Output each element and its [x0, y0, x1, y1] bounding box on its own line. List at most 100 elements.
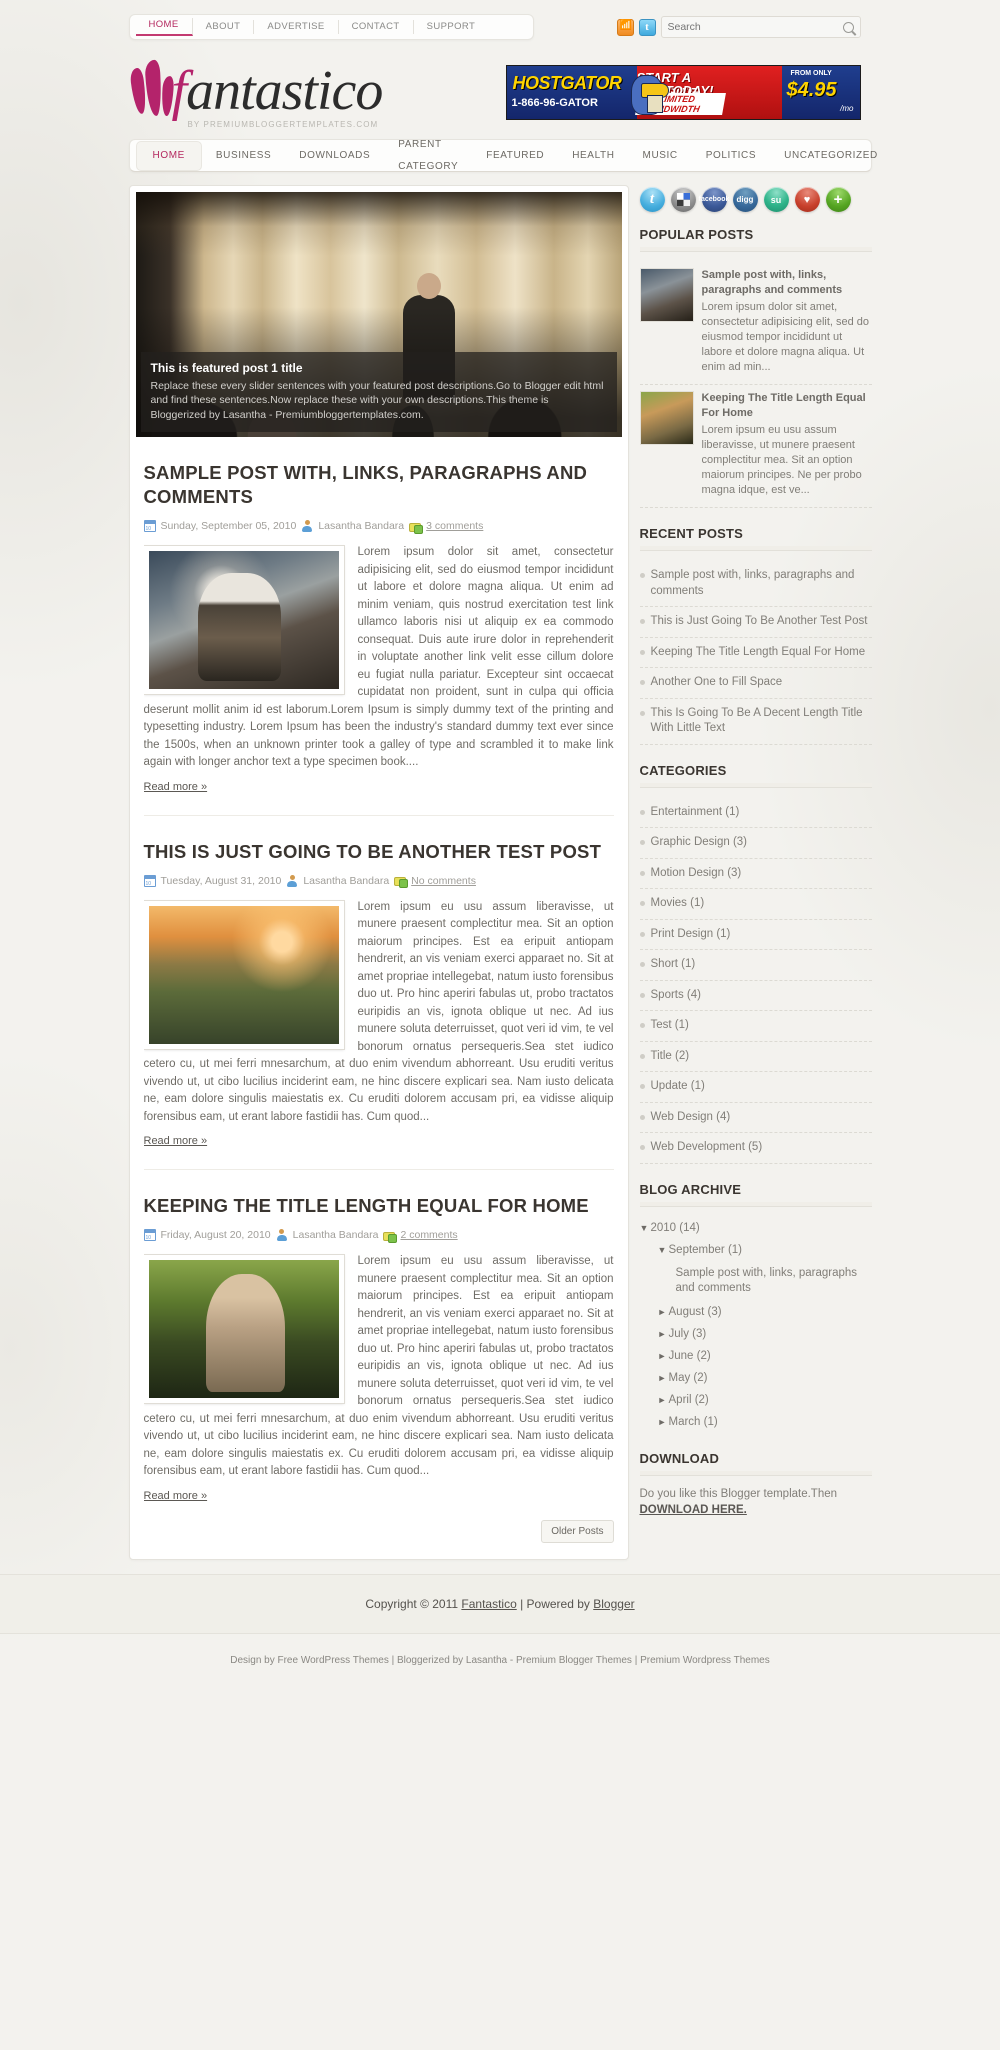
- archive-label[interactable]: August (3): [669, 1306, 722, 1318]
- post-comments-link[interactable]: 2 comments: [400, 1229, 457, 1241]
- download-here-link[interactable]: DOWNLOAD HERE.: [640, 1504, 747, 1516]
- category-link[interactable]: Motion Design (3): [651, 866, 872, 882]
- search-input[interactable]: [667, 21, 843, 33]
- delicious-share-icon[interactable]: [670, 187, 696, 212]
- more-share-icon[interactable]: +: [825, 187, 851, 212]
- recent-post-link[interactable]: This is Just Going To Be Another Test Po…: [651, 614, 872, 630]
- search-icon[interactable]: [842, 21, 854, 33]
- archive-label[interactable]: May (2): [669, 1372, 708, 1384]
- post-comments-link[interactable]: 3 comments: [426, 520, 483, 532]
- expand-arrow-icon[interactable]: ▼: [658, 1245, 669, 1255]
- featured-slider[interactable]: This is featured post 1 title Replace th…: [135, 192, 622, 437]
- category-link[interactable]: Graphic Design (3): [651, 835, 872, 851]
- archive-item-month[interactable]: ► April (2): [640, 1389, 872, 1411]
- archive-item-month[interactable]: ► August (3): [640, 1301, 872, 1323]
- popular-post-item[interactable]: Sample post with, links, paragraphs and …: [639, 262, 872, 385]
- list-item[interactable]: Sample post with, links, paragraphs and …: [639, 561, 872, 607]
- nav-item-business[interactable]: BUSINESS: [202, 145, 285, 167]
- love-share-icon[interactable]: ♥: [794, 187, 820, 212]
- archive-label[interactable]: April (2): [669, 1394, 709, 1406]
- list-item[interactable]: Print Design (1): [639, 920, 872, 950]
- read-more-link[interactable]: Read more »: [144, 1490, 208, 1502]
- list-item[interactable]: Keeping The Title Length Equal For Home: [639, 638, 872, 668]
- rss-icon[interactable]: [616, 18, 634, 36]
- expand-arrow-icon[interactable]: ▼: [640, 1223, 651, 1233]
- older-posts-button[interactable]: Older Posts: [541, 1519, 614, 1543]
- nav-item-featured[interactable]: FEATURED: [472, 145, 558, 167]
- post-title[interactable]: KEEPING THE TITLE LENGTH EQUAL FOR HOME: [144, 1194, 614, 1218]
- archive-label[interactable]: March (1): [669, 1416, 718, 1428]
- list-item[interactable]: Movies (1): [639, 889, 872, 920]
- archive-item-month[interactable]: ▼ September (1): [640, 1239, 872, 1261]
- nav-item-politics[interactable]: POLITICS: [692, 145, 770, 167]
- category-link[interactable]: Print Design (1): [651, 927, 872, 943]
- twitter-share-icon[interactable]: t: [639, 187, 665, 212]
- nav-item-music[interactable]: MUSIC: [629, 145, 692, 167]
- post-thumbnail[interactable]: [143, 545, 345, 695]
- expand-arrow-icon[interactable]: ►: [658, 1395, 669, 1405]
- stumbleupon-share-icon[interactable]: su: [763, 187, 789, 212]
- category-link[interactable]: Web Development (5): [651, 1140, 872, 1156]
- read-more-link[interactable]: Read more »: [144, 1135, 208, 1147]
- archive-item-month[interactable]: ► July (3): [640, 1323, 872, 1345]
- expand-arrow-icon[interactable]: ►: [658, 1351, 669, 1361]
- list-item[interactable]: Web Design (4): [639, 1103, 872, 1133]
- category-link[interactable]: Title (2): [651, 1049, 872, 1065]
- footer-blogger-link[interactable]: Blogger: [593, 1597, 634, 1611]
- post-title[interactable]: SAMPLE POST WITH, LINKS, PARAGRAPHS AND …: [144, 461, 614, 509]
- popular-post-thumbnail[interactable]: [639, 268, 694, 322]
- topnav-item-support[interactable]: SUPPORT: [414, 20, 489, 34]
- archive-item-year[interactable]: ▼ 2010 (14): [640, 1217, 872, 1239]
- archive-item-month[interactable]: ► June (2): [640, 1345, 872, 1367]
- topnav-item-home[interactable]: HOME: [135, 18, 193, 36]
- popular-post-title[interactable]: Keeping The Title Length Equal For Home: [702, 391, 872, 421]
- nav-item-downloads[interactable]: DOWNLOADS: [285, 145, 384, 167]
- list-item[interactable]: Motion Design (3): [639, 859, 872, 889]
- expand-arrow-icon[interactable]: ►: [658, 1373, 669, 1383]
- recent-post-link[interactable]: Keeping The Title Length Equal For Home: [651, 645, 872, 661]
- recent-post-link[interactable]: Sample post with, links, paragraphs and …: [651, 568, 872, 599]
- list-item[interactable]: Sports (4): [639, 981, 872, 1011]
- category-link[interactable]: Short (1): [651, 957, 872, 973]
- list-item[interactable]: This Is Going To Be A Decent Length Titl…: [639, 699, 872, 745]
- twitter-icon[interactable]: t: [638, 18, 656, 36]
- category-link[interactable]: Web Design (4): [651, 1110, 872, 1126]
- topnav-item-about[interactable]: ABOUT: [193, 20, 255, 34]
- topnav-item-advertise[interactable]: ADVERTISE: [254, 20, 339, 34]
- topnav-item-contact[interactable]: CONTACT: [339, 20, 414, 34]
- nav-item-uncategorized[interactable]: UNCATEGORIZED: [770, 145, 892, 167]
- category-link[interactable]: Entertainment (1): [651, 805, 872, 821]
- archive-item-month[interactable]: ► March (1): [640, 1411, 872, 1433]
- read-more-link[interactable]: Read more »: [144, 781, 208, 793]
- nav-item-health[interactable]: HEALTH: [558, 145, 628, 167]
- popular-post-thumbnail[interactable]: [639, 391, 694, 445]
- list-item[interactable]: Graphic Design (3): [639, 828, 872, 859]
- archive-label[interactable]: Sample post with, links, paragraphs and …: [676, 1267, 858, 1294]
- expand-arrow-icon[interactable]: ►: [658, 1329, 669, 1339]
- category-link[interactable]: Movies (1): [651, 896, 872, 912]
- recent-post-link[interactable]: Another One to Fill Space: [651, 675, 872, 691]
- post-title[interactable]: THIS IS JUST GOING TO BE ANOTHER TEST PO…: [144, 840, 614, 864]
- nav-item-home[interactable]: HOME: [135, 140, 202, 171]
- search-box[interactable]: [660, 16, 861, 38]
- archive-item-month[interactable]: ► May (2): [640, 1367, 872, 1389]
- list-item[interactable]: Test (1): [639, 1011, 872, 1042]
- post-thumbnail[interactable]: [143, 1254, 345, 1404]
- site-logo[interactable]: fantastico BY PREMIUMBLOGGERTEMPLATES.CO…: [128, 56, 383, 129]
- category-link[interactable]: Update (1): [651, 1079, 872, 1095]
- post-comments-link[interactable]: No comments: [411, 875, 476, 887]
- footer-site-link[interactable]: Fantastico: [461, 1597, 516, 1611]
- hostgator-ad-banner[interactable]: HOSTGATOR 1-866-96-GATOR START A WEBSITE…: [505, 65, 861, 120]
- expand-arrow-icon[interactable]: ►: [658, 1307, 669, 1317]
- archive-label[interactable]: July (3): [669, 1328, 707, 1340]
- archive-label[interactable]: September (1): [669, 1244, 743, 1256]
- popular-post-item[interactable]: Keeping The Title Length Equal For Home …: [639, 385, 872, 508]
- facebook-share-icon[interactable]: facebook: [699, 187, 729, 212]
- list-item[interactable]: Short (1): [639, 950, 872, 981]
- list-item[interactable]: This is Just Going To Be Another Test Po…: [639, 607, 872, 638]
- list-item[interactable]: Another One to Fill Space: [639, 668, 872, 699]
- popular-post-title[interactable]: Sample post with, links, paragraphs and …: [702, 268, 872, 298]
- digg-share-icon[interactable]: digg: [732, 187, 758, 212]
- category-link[interactable]: Test (1): [651, 1018, 872, 1034]
- list-item[interactable]: Web Development (5): [639, 1133, 872, 1164]
